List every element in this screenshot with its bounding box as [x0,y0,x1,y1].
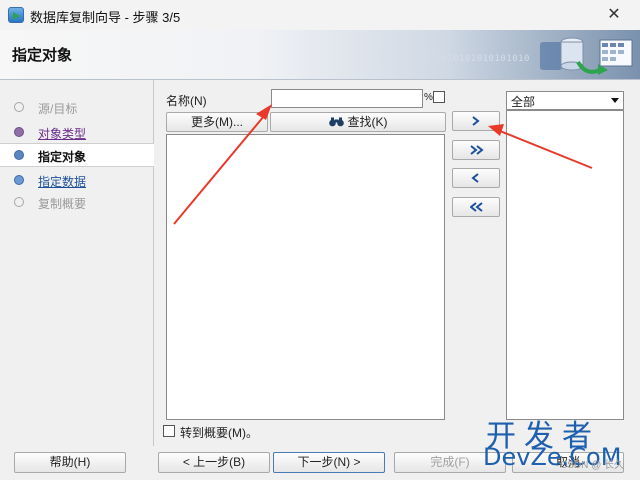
app-icon [8,7,24,23]
chevron-right-icon [472,116,480,126]
step-current-icon [14,150,24,160]
watermark-credit: CSDN @ 长久 [560,460,625,471]
step-specify-objects: 指定对象 [0,143,154,167]
step-future-icon [14,197,24,207]
step-next-icon [14,175,24,185]
chevron-left-icon [471,173,479,183]
schema-dropdown[interactable]: 全部 [506,91,624,110]
step-label: 源/目标 [38,102,78,116]
goto-summary-checkbox[interactable] [163,425,175,437]
back-button[interactable]: < 上一步(B) [158,452,270,473]
name-label: 名称(N) [166,94,207,108]
step-label[interactable]: 指定数据 [38,173,86,190]
next-button[interactable]: 下一步(N) > [273,452,385,473]
help-button[interactable]: 帮助(H) [14,452,126,473]
step-label[interactable]: 对象类型 [38,125,86,142]
step-done-icon [14,102,24,112]
wildcard-percent-label: % [424,92,433,103]
binoculars-icon [328,117,344,127]
close-icon[interactable]: ✕ [594,2,634,28]
find-button[interactable]: 查找(K) [270,112,446,132]
step-specify-data[interactable]: 指定数据 [0,169,154,191]
step-label: 复制概要 [38,197,87,211]
double-chevron-right-icon [470,145,484,155]
move-left-button[interactable] [452,168,500,188]
step-label: 指定对象 [38,150,87,164]
window-title: 数据库复制向导 - 步骤 3/5 [30,10,181,25]
step-copy-summary: 复制概要 [0,191,154,213]
double-chevron-left-icon [470,202,483,212]
chevron-down-icon [611,98,619,103]
wizard-step-nav: 源/目标 对象类型 指定对象 指定数据 复制概要 [0,80,154,446]
wizard-header: 指定对象 0101010101010101010101010 [0,30,640,80]
wildcard-checkbox[interactable] [433,91,445,103]
move-all-left-button[interactable] [452,197,500,217]
move-all-right-button[interactable] [452,140,500,160]
goto-summary-label: 转到概要(M)。 [180,426,258,440]
find-button-label: 查找(K) [347,115,388,129]
step-visited-icon [14,127,24,137]
name-search-input[interactable] [271,89,423,108]
binary-decoration: 0101010101010101010101010 [382,54,530,64]
more-button[interactable]: 更多(M)... [166,112,268,132]
page-title: 指定对象 [12,47,73,64]
available-objects-list[interactable] [166,134,445,420]
step-source-target: 源/目标 [0,96,154,118]
title-bar: 数据库复制向导 - 步骤 3/5 ✕ [0,0,640,30]
step-object-type[interactable]: 对象类型 [0,121,154,143]
move-right-button[interactable] [452,111,500,131]
database-copy-graphic-icon [540,37,633,75]
selected-objects-list[interactable] [506,110,624,420]
schema-dropdown-value: 全部 [511,95,536,109]
